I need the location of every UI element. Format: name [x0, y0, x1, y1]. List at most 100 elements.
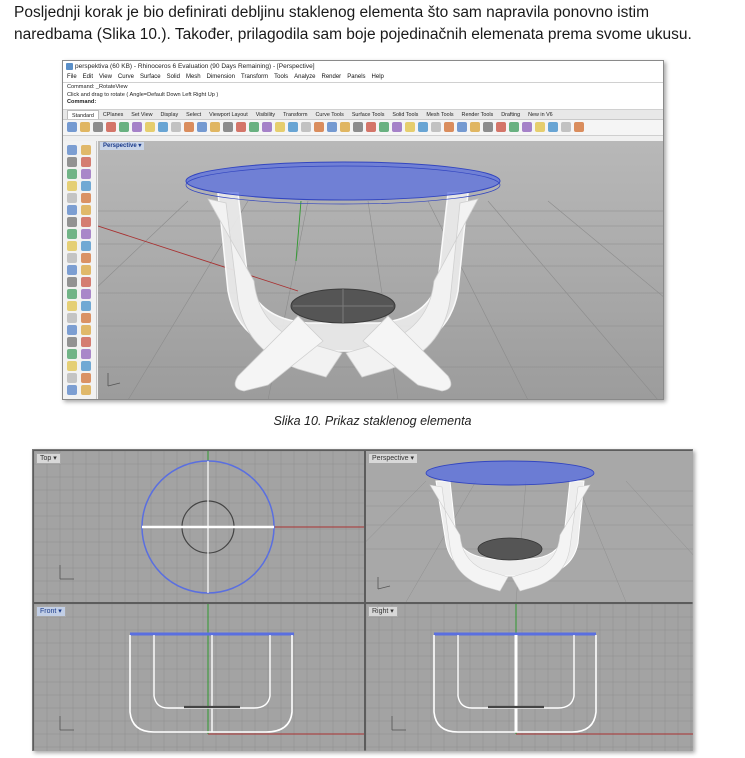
- viewport-tag-top[interactable]: Top ▾: [36, 453, 61, 464]
- toolbar-tool-icon[interactable]: [535, 122, 545, 132]
- palette-tool-icon[interactable]: [67, 157, 77, 167]
- menu-view[interactable]: View: [99, 72, 112, 82]
- perspective-viewport-small[interactable]: Perspective ▾: [366, 451, 693, 602]
- palette-tool-icon[interactable]: [81, 313, 91, 323]
- palette-tool-icon[interactable]: [81, 145, 91, 155]
- toolbar-tool-icon[interactable]: [483, 122, 493, 132]
- palette-tool-icon[interactable]: [67, 361, 77, 371]
- chevron-down-icon[interactable]: ▾: [411, 455, 415, 462]
- top-viewport[interactable]: Top ▾: [34, 451, 364, 602]
- toolbar-tool-icon[interactable]: [93, 122, 103, 132]
- toolbar-tool-icon[interactable]: [67, 122, 77, 132]
- tab-mesh-tools[interactable]: Mesh Tools: [422, 110, 457, 119]
- menu-transform[interactable]: Transform: [241, 72, 268, 82]
- tab-curve-tools[interactable]: Curve Tools: [311, 110, 347, 119]
- toolbar-tool-icon[interactable]: [366, 122, 376, 132]
- palette-tool-icon[interactable]: [81, 289, 91, 299]
- viewport-tag-right[interactable]: Right ▾: [368, 606, 398, 617]
- tab-visibility[interactable]: Visibility: [252, 110, 279, 119]
- tab-render-tools[interactable]: Render Tools: [458, 110, 498, 119]
- toolbar-tool-icon[interactable]: [145, 122, 155, 132]
- menu-dimension[interactable]: Dimension: [207, 72, 235, 82]
- palette-tool-icon[interactable]: [81, 217, 91, 227]
- toolbar-tool-icon[interactable]: [80, 122, 90, 132]
- toolbar-tool-icon[interactable]: [548, 122, 558, 132]
- toolbar-tool-icon[interactable]: [522, 122, 532, 132]
- chevron-down-icon[interactable]: ▾: [390, 608, 394, 615]
- palette-tool-icon[interactable]: [67, 229, 77, 239]
- toolbar-tool-icon[interactable]: [236, 122, 246, 132]
- palette-tool-icon[interactable]: [81, 169, 91, 179]
- palette-tool-icon[interactable]: [67, 325, 77, 335]
- toolbar-tool-icon[interactable]: [457, 122, 467, 132]
- palette-tool-icon[interactable]: [67, 241, 77, 251]
- toolbar-tool-icon[interactable]: [210, 122, 220, 132]
- palette-tool-icon[interactable]: [67, 349, 77, 359]
- toolbar-tool-icon[interactable]: [184, 122, 194, 132]
- tab-drafting[interactable]: Drafting: [497, 110, 524, 119]
- front-viewport[interactable]: Front ▾: [34, 604, 364, 751]
- palette-tool-icon[interactable]: [81, 181, 91, 191]
- menu-help[interactable]: Help: [372, 72, 384, 82]
- palette-tool-icon[interactable]: [81, 157, 91, 167]
- right-viewport[interactable]: Right ▾: [366, 604, 693, 751]
- palette-tool-icon[interactable]: [67, 205, 77, 215]
- palette-tool-icon[interactable]: [81, 205, 91, 215]
- menu-analyze[interactable]: Analyze: [294, 72, 315, 82]
- palette-tool-icon[interactable]: [67, 169, 77, 179]
- palette-tool-icon[interactable]: [67, 145, 77, 155]
- palette-tool-icon[interactable]: [81, 385, 91, 395]
- toolbar-tool-icon[interactable]: [262, 122, 272, 132]
- toolbar-tool-icon[interactable]: [275, 122, 285, 132]
- palette-tool-icon[interactable]: [67, 373, 77, 383]
- palette-tool-icon[interactable]: [67, 265, 77, 275]
- palette-tool-icon[interactable]: [67, 277, 77, 287]
- palette-tool-icon[interactable]: [81, 253, 91, 263]
- toolbar-tool-icon[interactable]: [106, 122, 116, 132]
- palette-tool-icon[interactable]: [81, 277, 91, 287]
- menu-render[interactable]: Render: [322, 72, 342, 82]
- palette-tool-icon[interactable]: [81, 301, 91, 311]
- menu-curve[interactable]: Curve: [118, 72, 134, 82]
- palette-tool-icon[interactable]: [81, 361, 91, 371]
- toolbar-tool-icon[interactable]: [327, 122, 337, 132]
- toolbar-tool-icon[interactable]: [392, 122, 402, 132]
- chevron-down-icon[interactable]: ▾: [53, 455, 57, 462]
- toolbar-tool-icon[interactable]: [119, 122, 129, 132]
- palette-tool-icon[interactable]: [67, 193, 77, 203]
- tab-set-view[interactable]: Set View: [127, 110, 156, 119]
- toolbar-tool-icon[interactable]: [132, 122, 142, 132]
- toolbar-tool-icon[interactable]: [379, 122, 389, 132]
- toolbar-tool-icon[interactable]: [574, 122, 584, 132]
- palette-tool-icon[interactable]: [81, 193, 91, 203]
- command-prompt[interactable]: Command:: [67, 99, 659, 107]
- tab-cplanes[interactable]: CPlanes: [99, 110, 127, 119]
- toolbar-tool-icon[interactable]: [509, 122, 519, 132]
- menu-panels[interactable]: Panels: [347, 72, 365, 82]
- menu-surface[interactable]: Surface: [140, 72, 161, 82]
- palette-tool-icon[interactable]: [81, 229, 91, 239]
- toolbar-tool-icon[interactable]: [444, 122, 454, 132]
- tab-solid-tools[interactable]: Solid Tools: [388, 110, 422, 119]
- viewport-tag-front[interactable]: Front ▾: [36, 606, 66, 617]
- menu-tools[interactable]: Tools: [274, 72, 288, 82]
- toolbar-tool-icon[interactable]: [249, 122, 259, 132]
- palette-tool-icon[interactable]: [67, 289, 77, 299]
- toolbar-tool-icon[interactable]: [353, 122, 363, 132]
- toolbar-tool-icon[interactable]: [171, 122, 181, 132]
- palette-tool-icon[interactable]: [81, 325, 91, 335]
- tab-surface-tools[interactable]: Surface Tools: [348, 110, 389, 119]
- chevron-down-icon[interactable]: ▾: [138, 143, 141, 149]
- palette-tool-icon[interactable]: [67, 385, 77, 395]
- menu-file[interactable]: File: [67, 72, 77, 82]
- toolbar-tool-icon[interactable]: [314, 122, 324, 132]
- toolbar-tool-icon[interactable]: [301, 122, 311, 132]
- toolbar-tool-icon[interactable]: [470, 122, 480, 132]
- tab-standard[interactable]: Standard: [67, 110, 99, 119]
- palette-tool-icon[interactable]: [67, 301, 77, 311]
- toolbar-tool-icon[interactable]: [418, 122, 428, 132]
- palette-tool-icon[interactable]: [81, 337, 91, 347]
- toolbar-tool-icon[interactable]: [431, 122, 441, 132]
- tab-display[interactable]: Display: [156, 110, 182, 119]
- palette-tool-icon[interactable]: [81, 373, 91, 383]
